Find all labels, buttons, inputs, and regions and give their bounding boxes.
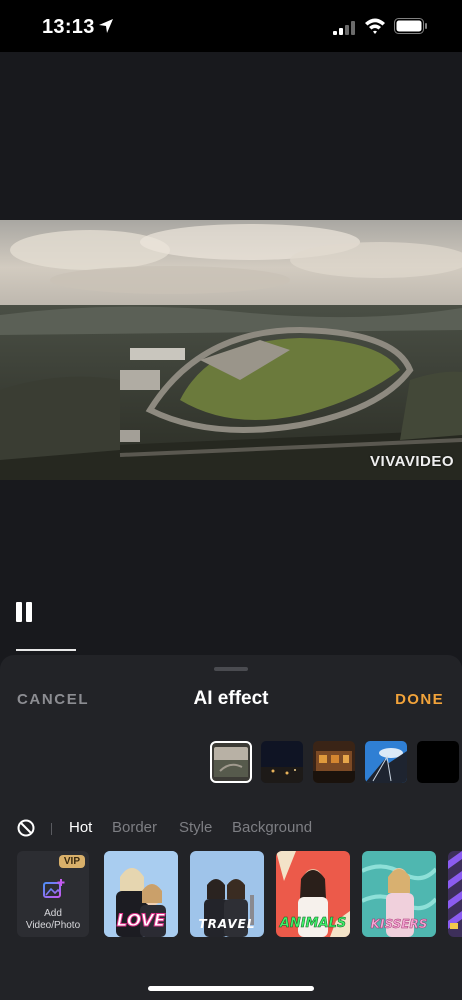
- effect-animals-label: ANIMALS: [279, 916, 347, 932]
- pause-button[interactable]: [14, 602, 36, 626]
- clip-thumbnail-5[interactable]: [417, 741, 459, 783]
- effect-category-tabs: Hot Border Style Background: [0, 817, 462, 841]
- effect-love[interactable]: LOVE: [104, 851, 178, 937]
- pause-icon: [16, 602, 22, 622]
- clip-image: [210, 741, 252, 783]
- status-time: 13:13: [42, 16, 95, 38]
- clip-image: [365, 741, 407, 783]
- vip-badge: VIP: [58, 855, 85, 868]
- vivavideo-watermark: VIVAVIDEO: [370, 453, 454, 470]
- add-video-photo-label: Add Video/Photo: [17, 908, 89, 932]
- effect-travel[interactable]: TRAVEL: [190, 851, 264, 937]
- clip-image: [313, 741, 355, 783]
- effect-list: VIP Add Video/Photo LOVE TRAVEL ANIMALS …: [17, 851, 462, 939]
- panel-title: AI effect: [193, 688, 269, 709]
- effect-preview-image: [448, 851, 462, 937]
- add-label-line-2: Video/Photo: [25, 920, 81, 931]
- effect-travel-label: TRAVEL: [198, 917, 256, 931]
- effect-love-label: LOVE: [116, 911, 166, 932]
- clip-thumbnail-3[interactable]: [313, 741, 355, 783]
- tab-background[interactable]: Background: [232, 819, 312, 836]
- panel-grabber[interactable]: [214, 667, 248, 671]
- add-video-photo-button[interactable]: VIP Add Video/Photo: [17, 851, 89, 937]
- effect-partial-next[interactable]: [448, 851, 462, 937]
- done-button[interactable]: DONE: [395, 691, 444, 708]
- wifi-icon: [365, 18, 385, 34]
- effect-kissers-label: KISSERS: [370, 917, 428, 932]
- tab-divider: [51, 823, 52, 835]
- clip-image: [261, 741, 303, 783]
- add-media-icon: [43, 879, 65, 898]
- video-preview[interactable]: VIVAVIDEO: [0, 220, 462, 480]
- playback-progress-bar[interactable]: [16, 649, 76, 651]
- clip-thumbnail-1[interactable]: [210, 741, 252, 783]
- no-effect-icon[interactable]: [17, 819, 35, 837]
- effect-kissers[interactable]: KISSERS: [362, 851, 436, 937]
- cellular-signal-icon: [333, 21, 355, 35]
- effect-animals[interactable]: ANIMALS: [276, 851, 350, 937]
- tab-style[interactable]: Style: [179, 819, 212, 836]
- clip-thumbnail-2[interactable]: [261, 741, 303, 783]
- clip-thumbnail-strip: [210, 741, 462, 785]
- home-indicator: [148, 986, 314, 991]
- status-bar: 13:13: [0, 0, 462, 52]
- ai-effect-panel: CANCEL AI effect DONE Hot Border Style B…: [0, 655, 462, 1000]
- tab-border[interactable]: Border: [112, 819, 157, 836]
- location-arrow-icon: [99, 19, 113, 33]
- battery-icon: [394, 18, 427, 34]
- add-label-line-1: Add: [44, 908, 62, 919]
- video-frame-image: [0, 220, 462, 480]
- tab-hot[interactable]: Hot: [69, 819, 92, 836]
- pause-icon-bar: [26, 602, 32, 622]
- clip-thumbnail-4[interactable]: [365, 741, 407, 783]
- video-preview-area: VIVAVIDEO: [0, 52, 462, 652]
